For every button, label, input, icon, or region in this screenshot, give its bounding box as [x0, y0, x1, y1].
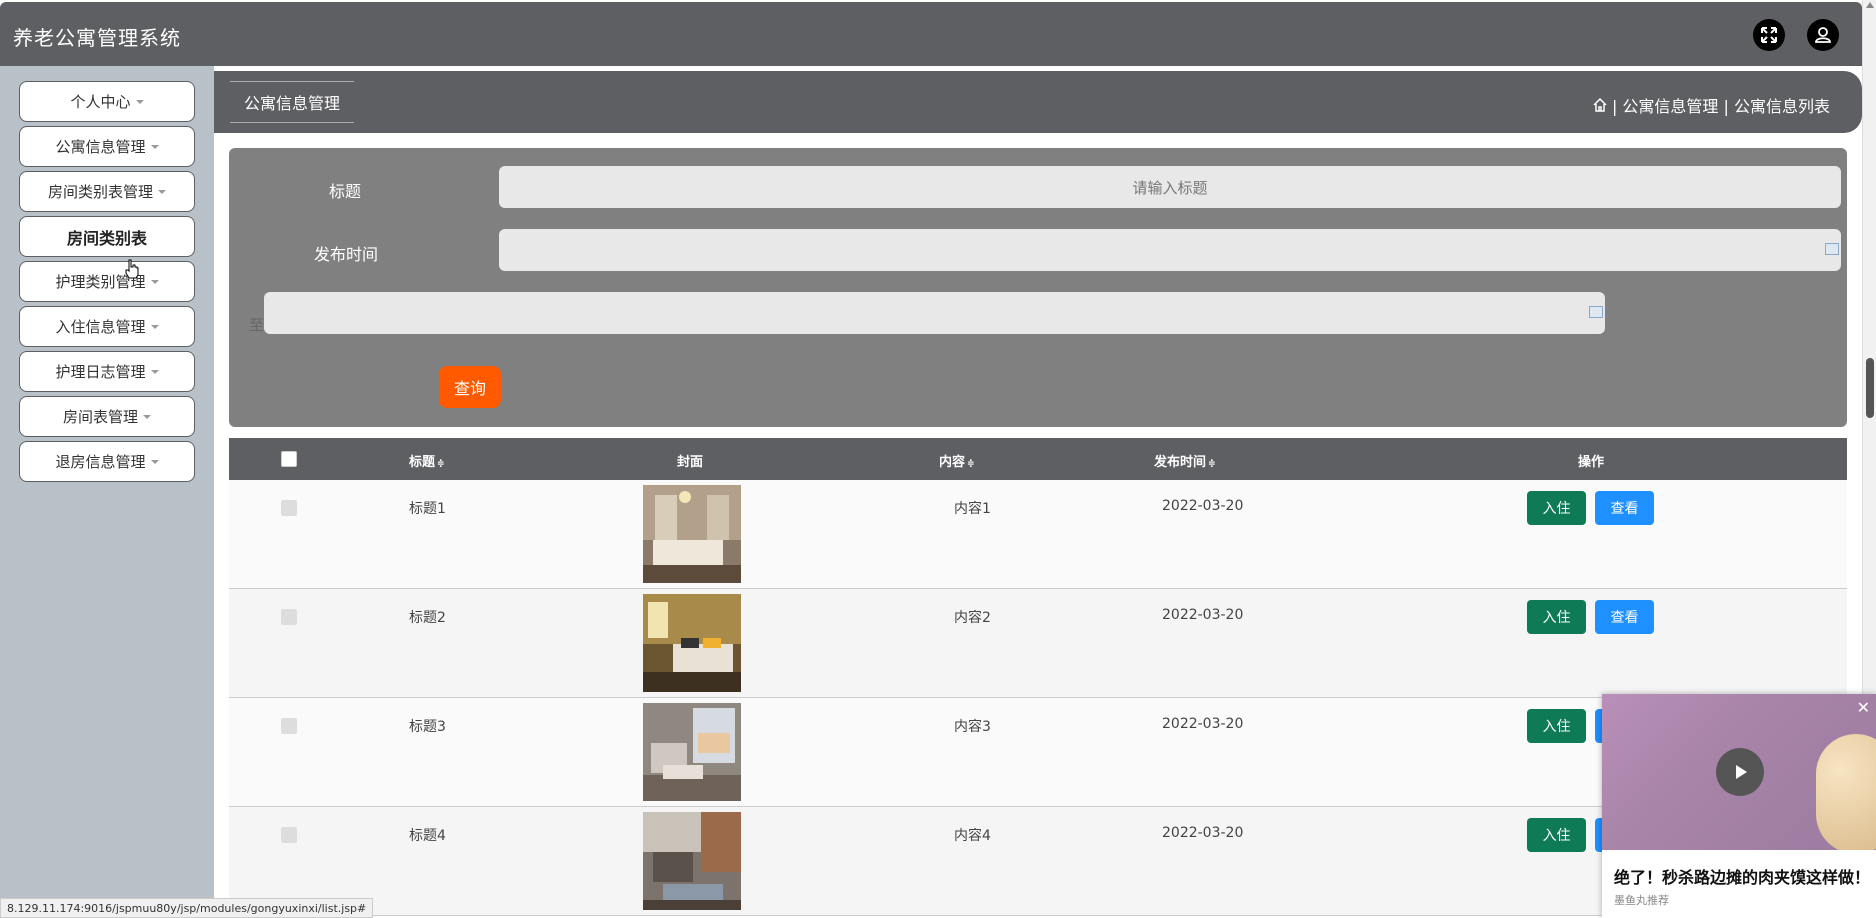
cell-content: 内容3 — [954, 719, 991, 735]
sidebar-item-room-table[interactable]: 房间表管理 — [19, 396, 195, 437]
row-checkbox[interactable] — [281, 609, 297, 625]
sidebar-item-label: 护理日志管理 — [55, 363, 146, 381]
publish-time-end-input[interactable] — [264, 292, 1605, 334]
sidebar-item-apartment-info[interactable]: 公寓信息管理 — [19, 126, 195, 167]
caret-down-icon — [158, 189, 166, 194]
table-header: 标题 ≑ 封面 内容 ≑ 发布时间 ≑ 操作 — [229, 438, 1847, 480]
ad-source: 墨鱼丸推荐 — [1614, 894, 1669, 907]
sidebar-item-label: 入住信息管理 — [55, 318, 146, 336]
caret-down-icon — [135, 99, 144, 104]
cell-publish-time: 2022-03-20 — [1162, 825, 1244, 841]
status-bar-url: 8.129.11.174:9016/jspmuu80y/jsp/modules/… — [0, 898, 374, 918]
sidebar-item-checkout-info[interactable]: 退房信息管理 — [19, 441, 195, 482]
cell-title: 标题2 — [409, 610, 446, 626]
column-header-title[interactable]: 标题 ≑ — [409, 451, 445, 470]
checkin-button[interactable]: 入住 — [1527, 709, 1586, 743]
user-button[interactable] — [1807, 19, 1839, 51]
cell-publish-time: 2022-03-20 — [1162, 716, 1244, 732]
sidebar-item-room-category-manage[interactable]: 房间类别表管理 — [19, 171, 195, 212]
cover-image — [643, 703, 741, 801]
checkin-button[interactable]: 入住 — [1527, 600, 1586, 634]
title-search-input[interactable]: 请输入标题 — [499, 166, 1841, 208]
query-button[interactable]: 查询 — [439, 366, 501, 408]
play-icon — [1736, 765, 1747, 779]
sidebar-item-care-log[interactable]: 护理日志管理 — [19, 351, 195, 392]
sort-icon: ≑ — [1208, 459, 1216, 469]
video-ad-popup[interactable]: ✕ 绝了！秒杀路边摊的肉夹馍这样做！ 墨鱼丸推荐 — [1602, 694, 1876, 918]
breadcrumb-path: | 公寓信息管理 | 公寓信息列表 — [1611, 97, 1830, 116]
breadcrumb: | 公寓信息管理 | 公寓信息列表 — [1592, 93, 1830, 117]
to-label: 至 — [249, 316, 265, 334]
cover-image — [643, 812, 741, 910]
caret-down-icon — [143, 414, 151, 419]
ad-food-image — [1816, 734, 1876, 850]
title-label: 标题 — [329, 182, 362, 201]
cell-content: 内容1 — [954, 501, 991, 517]
caret-down-icon — [150, 369, 159, 374]
page-tab[interactable]: 公寓信息管理 — [230, 81, 355, 123]
search-panel: 标题 请输入标题 发布时间 至 查询 — [229, 148, 1847, 427]
cover-image — [643, 485, 741, 583]
page-title-bar: 公寓信息管理 | 公寓信息管理 | 公寓信息列表 — [214, 71, 1862, 133]
scroll-thumb[interactable] — [1866, 358, 1874, 418]
sort-icon: ≑ — [967, 459, 975, 469]
app-title: 养老公寓管理系统 — [13, 26, 181, 50]
sort-icon: ≑ — [437, 459, 445, 469]
cover-image — [643, 594, 741, 692]
column-header-content[interactable]: 内容 ≑ — [939, 451, 975, 470]
top-header: 养老公寓管理系统 — [0, 2, 1862, 66]
fullscreen-icon — [1761, 27, 1777, 43]
sidebar-item-label: 公寓信息管理 — [55, 138, 146, 156]
hand-cursor-icon — [125, 259, 139, 279]
view-button[interactable]: 查看 — [1595, 491, 1654, 525]
cell-title: 标题1 — [409, 501, 446, 517]
close-icon[interactable]: ✕ — [1857, 698, 1870, 717]
sidebar-item-checkin-info[interactable]: 入住信息管理 — [19, 306, 195, 347]
cell-title: 标题4 — [409, 828, 446, 844]
sidebar-item-label: 房间类别表 — [66, 228, 147, 248]
ad-title[interactable]: 绝了！秒杀路边摊的肉夹馍这样做！ — [1614, 864, 1870, 888]
table-row: 标题1 内容1 2022-03-20 入住 查看 — [229, 480, 1847, 589]
calendar-icon[interactable] — [1825, 243, 1839, 255]
cell-content: 内容4 — [954, 828, 991, 844]
sidebar: 个人中心 公寓信息管理 房间类别表管理 房间类别表 护理类别管理 入住信息管理 … — [0, 66, 214, 918]
cell-publish-time: 2022-03-20 — [1162, 498, 1244, 514]
sidebar-item-label: 房间表管理 — [62, 408, 138, 426]
row-checkbox[interactable] — [281, 718, 297, 734]
checkin-button[interactable]: 入住 — [1527, 491, 1586, 525]
sidebar-item-label: 退房信息管理 — [55, 453, 146, 471]
column-header-publish-time[interactable]: 发布时间 ≑ — [1154, 451, 1216, 470]
sidebar-item-care-category[interactable]: 护理类别管理 — [19, 261, 195, 302]
table-row: 标题2 内容2 2022-03-20 入住 查看 — [229, 589, 1847, 698]
cell-publish-time: 2022-03-20 — [1162, 607, 1244, 623]
sidebar-item-label: 房间类别表管理 — [47, 183, 153, 201]
ad-video-thumbnail[interactable]: ✕ — [1602, 694, 1876, 850]
caret-down-icon — [150, 324, 159, 329]
publish-time-label: 发布时间 — [314, 245, 379, 264]
play-button[interactable] — [1716, 748, 1764, 796]
scroll-up-icon[interactable] — [1866, 2, 1874, 8]
row-checkbox[interactable] — [281, 500, 297, 516]
user-icon — [1815, 27, 1831, 43]
cell-content: 内容2 — [954, 610, 991, 626]
select-all-checkbox[interactable] — [281, 451, 297, 467]
caret-down-icon — [150, 144, 159, 149]
column-header-cover: 封面 — [677, 455, 704, 470]
home-icon[interactable] — [1592, 97, 1608, 113]
calendar-icon[interactable] — [1589, 306, 1603, 318]
view-button[interactable]: 查看 — [1595, 600, 1654, 634]
sidebar-item-label: 个人中心 — [70, 93, 131, 111]
sidebar-item-personal-center[interactable]: 个人中心 — [19, 81, 195, 122]
checkin-button[interactable]: 入住 — [1527, 818, 1586, 852]
column-header-operations: 操作 — [1578, 455, 1605, 470]
fullscreen-button[interactable] — [1753, 19, 1785, 51]
caret-down-icon — [150, 459, 159, 464]
caret-down-icon — [150, 279, 159, 284]
sidebar-subitem-room-category[interactable]: 房间类别表 — [19, 216, 195, 257]
cell-title: 标题3 — [409, 719, 446, 735]
row-checkbox[interactable] — [281, 827, 297, 843]
publish-time-start-input[interactable] — [499, 229, 1841, 271]
